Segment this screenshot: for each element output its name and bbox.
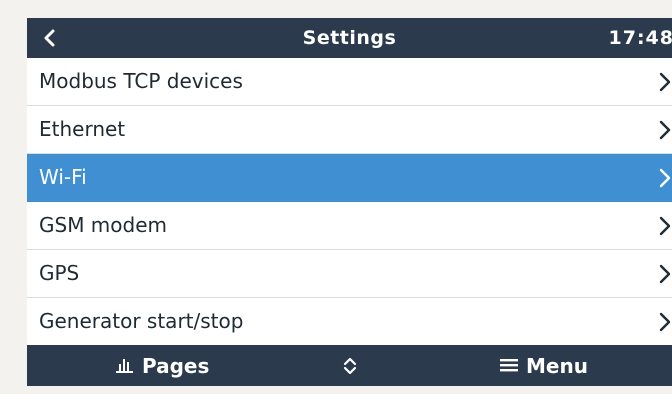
settings-list: Modbus TCP devices Ethernet Wi-Fi GSM mo…	[27, 58, 672, 346]
list-item-label: Ethernet	[39, 117, 126, 141]
list-item-wi-fi[interactable]: Wi-Fi	[27, 154, 672, 202]
hamburger-icon	[500, 354, 518, 378]
list-item-gsm-modem[interactable]: GSM modem	[27, 202, 672, 250]
list-item-label: GPS	[39, 261, 80, 285]
settings-screen: Settings 17:48 Modbus TCP devices Ethern…	[27, 18, 672, 386]
chevron-right-icon	[658, 312, 672, 332]
list-item-gps[interactable]: GPS	[27, 250, 672, 298]
pages-button[interactable]: Pages	[116, 345, 209, 386]
page-title: Settings	[302, 27, 397, 49]
chevron-right-icon	[658, 216, 672, 236]
menu-label: Menu	[526, 353, 588, 378]
list-item-label: GSM modem	[39, 213, 168, 237]
clock-time: 17:48	[608, 27, 672, 49]
bar-chart-icon	[116, 354, 134, 378]
chevron-right-icon	[658, 168, 672, 188]
list-item-label: Generator start/stop	[39, 309, 244, 333]
list-item-ethernet[interactable]: Ethernet	[27, 106, 672, 154]
chevron-right-icon	[658, 72, 672, 92]
pages-label: Pages	[142, 353, 210, 378]
up-down-chevron-icon[interactable]	[339, 355, 361, 377]
list-item-label: Modbus TCP devices	[39, 69, 243, 93]
footer-bar: Pages Menu	[27, 345, 672, 386]
menu-button[interactable]: Menu	[500, 345, 588, 386]
list-item-generator-start-stop[interactable]: Generator start/stop	[27, 298, 672, 346]
chevron-right-icon	[658, 264, 672, 284]
header-bar: Settings 17:48	[27, 18, 672, 58]
chevron-right-icon	[658, 120, 672, 140]
list-item-modbus-tcp-devices[interactable]: Modbus TCP devices	[27, 58, 672, 106]
list-item-label: Wi-Fi	[39, 165, 87, 189]
